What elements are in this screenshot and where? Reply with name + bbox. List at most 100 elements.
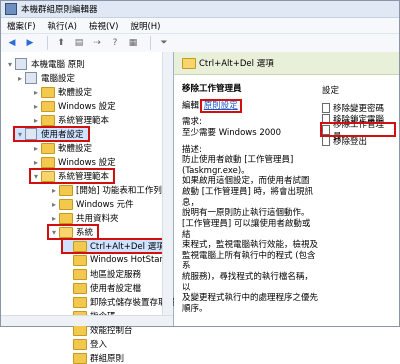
tree-item[interactable]: 卸除式儲存裝置存取權 [63,296,175,308]
collapse-icon: ▸ [33,87,38,97]
tree-label: 系統管理範本 [58,172,110,182]
tree-item[interactable]: ▸ 軟體設定 [31,142,92,154]
tree-vertical-scrollbar[interactable] [162,52,173,326]
description-line: 統服務)，尋找程式的執行檔名稱，以 [182,272,313,293]
folder-icon [73,240,87,252]
tree-item[interactable]: ▸ 電腦設定 [15,72,75,84]
tree-item[interactable]: ▸ Windows 設定 [31,100,116,112]
description-line: [工作管理員] 可以讓使用者啟動或結 [182,218,311,240]
tree-item[interactable]: ▸ Windows 設定 [31,156,116,168]
tree-label: Windows 設定 [58,102,116,112]
tree-pane: ▾ 本機電腦 原則 ▸ 電腦設定 ▸ 軟體設定 ▸ Windows 設定 ▸ 系… [1,52,175,364]
folder-icon [59,212,73,224]
folder-icon [73,282,87,294]
folder-icon [41,114,55,126]
requirements-label: 需求: [182,117,202,128]
help-icon[interactable]: ? [108,36,122,50]
details-header-title: Ctrl+Alt+Del 選項 [199,59,274,69]
document-icon [322,113,330,124]
folder-icon [59,198,73,210]
description-line: 監視電腦上所有執行中的程式 (包含系 [182,250,316,272]
settings-list: 設定 移除變更密碼 移除鎖定電腦 移除工作管理員 移除登出 [320,84,396,147]
tree-item[interactable]: 使用者設定檔 [63,282,141,294]
tree-label: 群組原則 [90,354,125,364]
export-icon[interactable]: ⇢ [90,36,104,50]
folder-icon [73,268,87,280]
menu-file[interactable]: 檔案(F) [7,20,36,32]
folder-up-icon[interactable]: ⬆ [54,36,68,50]
document-icon [322,135,330,146]
title-bar: 本機群組原則編輯器 [1,1,399,18]
computer-icon [15,58,27,70]
description-line: 如果啟用這個設定，而使用者試圖 [182,176,310,187]
folder-icon [41,142,55,154]
tree-horizontal-scrollbar[interactable] [1,315,173,326]
tree-label: 軟體設定 [58,144,93,154]
tree-item[interactable]: 登入 [63,338,107,350]
menu-view[interactable]: 檢視(V) [89,20,118,32]
tree-label: 本機電腦 原則 [31,60,85,70]
description-line: 啟動 [工作管理員] 時，將會出現訊息， [182,187,314,208]
tree-item[interactable]: ▸ Windows 元件 [49,198,134,210]
edit-label: 編輯 [182,100,200,111]
document-icon [322,102,330,113]
description-line: 順序。 [182,303,208,314]
details-pane: Ctrl+Alt+Del 選項 移除工作管理員 編輯 原則設定 需求: 至少需要… [174,52,399,326]
folder-icon [59,226,73,238]
setting-item-remove-task-manager[interactable]: 移除工作管理員 [320,120,396,142]
tree-item[interactable]: ▾ 本機電腦 原則 [5,58,85,70]
collapse-icon: ▸ [33,101,38,111]
computer-icon [25,72,37,84]
edit-row: 編輯 原則設定 [182,98,318,113]
folder-icon [73,352,87,364]
tree-item-system[interactable]: ▾ 系統 [46,224,100,240]
filter-icon[interactable]: ⏷ [157,36,171,50]
window-title: 本機群組原則編輯器 [21,5,98,15]
setting-item[interactable]: 移除變更密碼 [322,102,394,114]
policy-title: 移除工作管理員 [182,84,242,94]
tree-item[interactable]: ▸ 軟體設定 [31,86,92,98]
tree-item-admin-templates[interactable]: ▾ 系統管理範本 [28,168,116,184]
tree-item-user-config[interactable]: ▾ 使用者設定 [13,126,90,142]
tree-item-ctrl-alt-del[interactable]: Ctrl+Alt+Del 選項 [61,238,171,254]
forward-icon[interactable]: ▶ [23,36,37,50]
description-line: 防止使用者啟動 [工作管理員] [182,155,294,166]
expand-icon: ▾ [7,59,12,69]
tree-item[interactable]: 群組原則 [63,352,124,364]
tree-item[interactable]: Windows HotStart [63,254,166,266]
collapse-icon: ▸ [51,199,56,209]
menu-help[interactable]: 說明(H) [130,20,160,32]
properties-icon[interactable]: ▦ [126,36,140,50]
tree-label: Windows HotStart [90,255,167,265]
settings-title: 設定 [322,86,340,96]
menu-action[interactable]: 執行(A) [48,20,77,32]
folder-icon [41,156,55,168]
tree-label: 登入 [90,340,108,350]
tree-label: Ctrl+Alt+Del 選項 [90,242,165,252]
tree-label: 系統管理範本 [58,116,110,126]
tree-label: 地區設定服務 [90,270,142,280]
menu-bar: 檔案(F) 執行(A) 檢視(V) 說明(H) [1,18,399,34]
tree-item[interactable]: ▸ 共用資料夾 [49,212,119,224]
description-label: 描述: [182,144,202,155]
toolbar: ◀ ▶ ⬆ ▤ ⇢ ? ▦ ⏷ [1,34,399,53]
folder-icon [182,57,196,69]
collapse-icon: ▸ [51,185,56,195]
app-icon [5,3,17,15]
folder-icon [41,86,55,98]
edit-policy-link[interactable]: 原則設定 [199,98,242,113]
description-line: (Taskmgr.exe)。 [182,165,250,176]
expand-icon: ▾ [51,227,56,237]
tree-label: 電腦設定 [41,74,76,84]
tree-item[interactable]: ▸ [開始] 功能表和工作列 [49,184,162,196]
tree-label: Windows 設定 [58,158,116,168]
show-hide-tree-icon[interactable]: ▤ [72,36,86,50]
tree-item[interactable]: ▸ 系統管理範本 [31,114,109,126]
back-icon[interactable]: ◀ [5,36,19,50]
details-header: Ctrl+Alt+Del 選項 [174,52,399,75]
document-icon [322,124,330,135]
folder-icon [73,338,87,350]
collapse-icon: ▸ [33,157,38,167]
tree-item[interactable]: 地區設定服務 [63,268,141,280]
app-window: 本機群組原則編輯器 檔案(F) 執行(A) 檢視(V) 說明(H) ◀ ▶ ⬆ … [0,0,400,364]
